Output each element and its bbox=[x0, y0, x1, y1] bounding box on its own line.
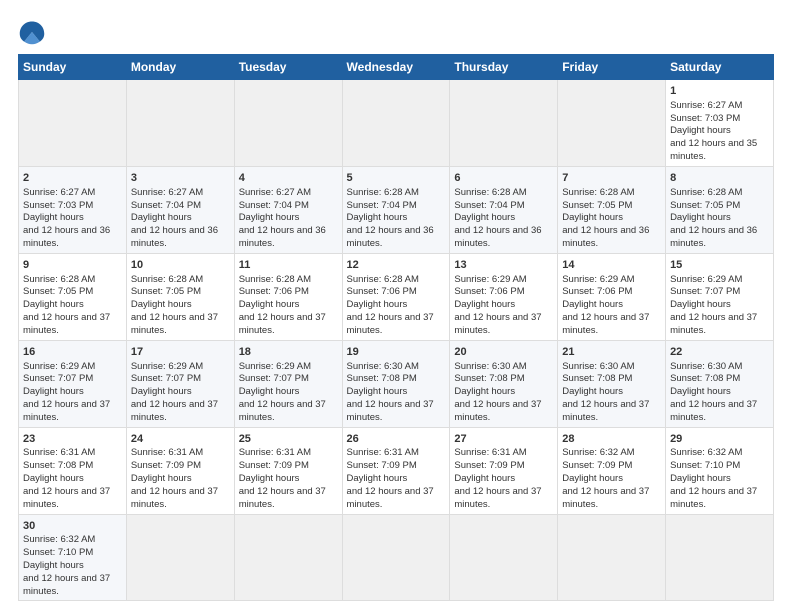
day-number: 27 bbox=[454, 432, 553, 447]
day-number: 19 bbox=[347, 345, 446, 360]
day-cell: 19Sunrise: 6:30 AMSunset: 7:08 PMDayligh… bbox=[342, 340, 450, 427]
day-cell: 12Sunrise: 6:28 AMSunset: 7:06 PMDayligh… bbox=[342, 253, 450, 340]
day-cell: 3Sunrise: 6:27 AMSunset: 7:04 PMDaylight… bbox=[126, 166, 234, 253]
day-cell: 10Sunrise: 6:28 AMSunset: 7:05 PMDayligh… bbox=[126, 253, 234, 340]
day-cell bbox=[558, 514, 666, 601]
col-header-thursday: Thursday bbox=[450, 55, 558, 80]
col-header-saturday: Saturday bbox=[666, 55, 774, 80]
day-cell: 14Sunrise: 6:29 AMSunset: 7:06 PMDayligh… bbox=[558, 253, 666, 340]
week-row-5: 23Sunrise: 6:31 AMSunset: 7:08 PMDayligh… bbox=[19, 427, 774, 514]
day-number: 2 bbox=[23, 171, 122, 186]
day-cell: 4Sunrise: 6:27 AMSunset: 7:04 PMDaylight… bbox=[234, 166, 342, 253]
col-header-tuesday: Tuesday bbox=[234, 55, 342, 80]
col-header-wednesday: Wednesday bbox=[342, 55, 450, 80]
day-cell: 25Sunrise: 6:31 AMSunset: 7:09 PMDayligh… bbox=[234, 427, 342, 514]
top-section bbox=[18, 18, 774, 46]
day-number: 20 bbox=[454, 345, 553, 360]
day-cell: 24Sunrise: 6:31 AMSunset: 7:09 PMDayligh… bbox=[126, 427, 234, 514]
day-number: 10 bbox=[131, 258, 230, 273]
day-number: 12 bbox=[347, 258, 446, 273]
day-cell bbox=[342, 80, 450, 167]
day-number: 29 bbox=[670, 432, 769, 447]
day-number: 13 bbox=[454, 258, 553, 273]
day-cell bbox=[558, 80, 666, 167]
day-number: 22 bbox=[670, 345, 769, 360]
week-row-3: 9Sunrise: 6:28 AMSunset: 7:05 PMDaylight… bbox=[19, 253, 774, 340]
logo-icon bbox=[18, 18, 46, 46]
day-cell: 13Sunrise: 6:29 AMSunset: 7:06 PMDayligh… bbox=[450, 253, 558, 340]
week-row-2: 2Sunrise: 6:27 AMSunset: 7:03 PMDaylight… bbox=[19, 166, 774, 253]
day-number: 17 bbox=[131, 345, 230, 360]
day-number: 28 bbox=[562, 432, 661, 447]
day-number: 1 bbox=[670, 84, 769, 99]
day-cell: 15Sunrise: 6:29 AMSunset: 7:07 PMDayligh… bbox=[666, 253, 774, 340]
col-header-sunday: Sunday bbox=[19, 55, 127, 80]
day-number: 21 bbox=[562, 345, 661, 360]
day-number: 4 bbox=[239, 171, 338, 186]
day-number: 24 bbox=[131, 432, 230, 447]
week-row-1: 1Sunrise: 6:27 AMSunset: 7:03 PMDaylight… bbox=[19, 80, 774, 167]
day-cell: 28Sunrise: 6:32 AMSunset: 7:09 PMDayligh… bbox=[558, 427, 666, 514]
day-cell: 9Sunrise: 6:28 AMSunset: 7:05 PMDaylight… bbox=[19, 253, 127, 340]
calendar-table: SundayMondayTuesdayWednesdayThursdayFrid… bbox=[18, 54, 774, 601]
day-cell: 5Sunrise: 6:28 AMSunset: 7:04 PMDaylight… bbox=[342, 166, 450, 253]
day-cell: 22Sunrise: 6:30 AMSunset: 7:08 PMDayligh… bbox=[666, 340, 774, 427]
day-cell bbox=[450, 514, 558, 601]
week-row-4: 16Sunrise: 6:29 AMSunset: 7:07 PMDayligh… bbox=[19, 340, 774, 427]
day-cell: 26Sunrise: 6:31 AMSunset: 7:09 PMDayligh… bbox=[342, 427, 450, 514]
day-cell: 7Sunrise: 6:28 AMSunset: 7:05 PMDaylight… bbox=[558, 166, 666, 253]
day-number: 15 bbox=[670, 258, 769, 273]
day-number: 8 bbox=[670, 171, 769, 186]
page: SundayMondayTuesdayWednesdayThursdayFrid… bbox=[0, 0, 792, 612]
day-cell bbox=[450, 80, 558, 167]
day-number: 23 bbox=[23, 432, 122, 447]
day-number: 16 bbox=[23, 345, 122, 360]
day-number: 26 bbox=[347, 432, 446, 447]
day-cell: 2Sunrise: 6:27 AMSunset: 7:03 PMDaylight… bbox=[19, 166, 127, 253]
week-row-6: 30Sunrise: 6:32 AMSunset: 7:10 PMDayligh… bbox=[19, 514, 774, 601]
day-number: 14 bbox=[562, 258, 661, 273]
day-number: 18 bbox=[239, 345, 338, 360]
day-cell: 27Sunrise: 6:31 AMSunset: 7:09 PMDayligh… bbox=[450, 427, 558, 514]
day-cell: 16Sunrise: 6:29 AMSunset: 7:07 PMDayligh… bbox=[19, 340, 127, 427]
day-cell bbox=[234, 80, 342, 167]
day-number: 11 bbox=[239, 258, 338, 273]
day-number: 25 bbox=[239, 432, 338, 447]
day-cell bbox=[19, 80, 127, 167]
day-cell: 11Sunrise: 6:28 AMSunset: 7:06 PMDayligh… bbox=[234, 253, 342, 340]
day-cell: 17Sunrise: 6:29 AMSunset: 7:07 PMDayligh… bbox=[126, 340, 234, 427]
logo-area bbox=[18, 18, 50, 46]
day-cell bbox=[234, 514, 342, 601]
day-cell: 1Sunrise: 6:27 AMSunset: 7:03 PMDaylight… bbox=[666, 80, 774, 167]
day-cell: 21Sunrise: 6:30 AMSunset: 7:08 PMDayligh… bbox=[558, 340, 666, 427]
day-number: 7 bbox=[562, 171, 661, 186]
day-number: 5 bbox=[347, 171, 446, 186]
day-number: 6 bbox=[454, 171, 553, 186]
col-header-friday: Friday bbox=[558, 55, 666, 80]
day-number: 9 bbox=[23, 258, 122, 273]
day-cell: 29Sunrise: 6:32 AMSunset: 7:10 PMDayligh… bbox=[666, 427, 774, 514]
day-number: 30 bbox=[23, 519, 122, 534]
day-number: 3 bbox=[131, 171, 230, 186]
day-cell: 8Sunrise: 6:28 AMSunset: 7:05 PMDaylight… bbox=[666, 166, 774, 253]
day-cell: 30Sunrise: 6:32 AMSunset: 7:10 PMDayligh… bbox=[19, 514, 127, 601]
day-cell bbox=[126, 80, 234, 167]
day-cell: 18Sunrise: 6:29 AMSunset: 7:07 PMDayligh… bbox=[234, 340, 342, 427]
day-cell bbox=[666, 514, 774, 601]
day-cell: 6Sunrise: 6:28 AMSunset: 7:04 PMDaylight… bbox=[450, 166, 558, 253]
header-row: SundayMondayTuesdayWednesdayThursdayFrid… bbox=[19, 55, 774, 80]
day-cell bbox=[342, 514, 450, 601]
col-header-monday: Monday bbox=[126, 55, 234, 80]
day-cell: 23Sunrise: 6:31 AMSunset: 7:08 PMDayligh… bbox=[19, 427, 127, 514]
day-cell: 20Sunrise: 6:30 AMSunset: 7:08 PMDayligh… bbox=[450, 340, 558, 427]
day-cell bbox=[126, 514, 234, 601]
